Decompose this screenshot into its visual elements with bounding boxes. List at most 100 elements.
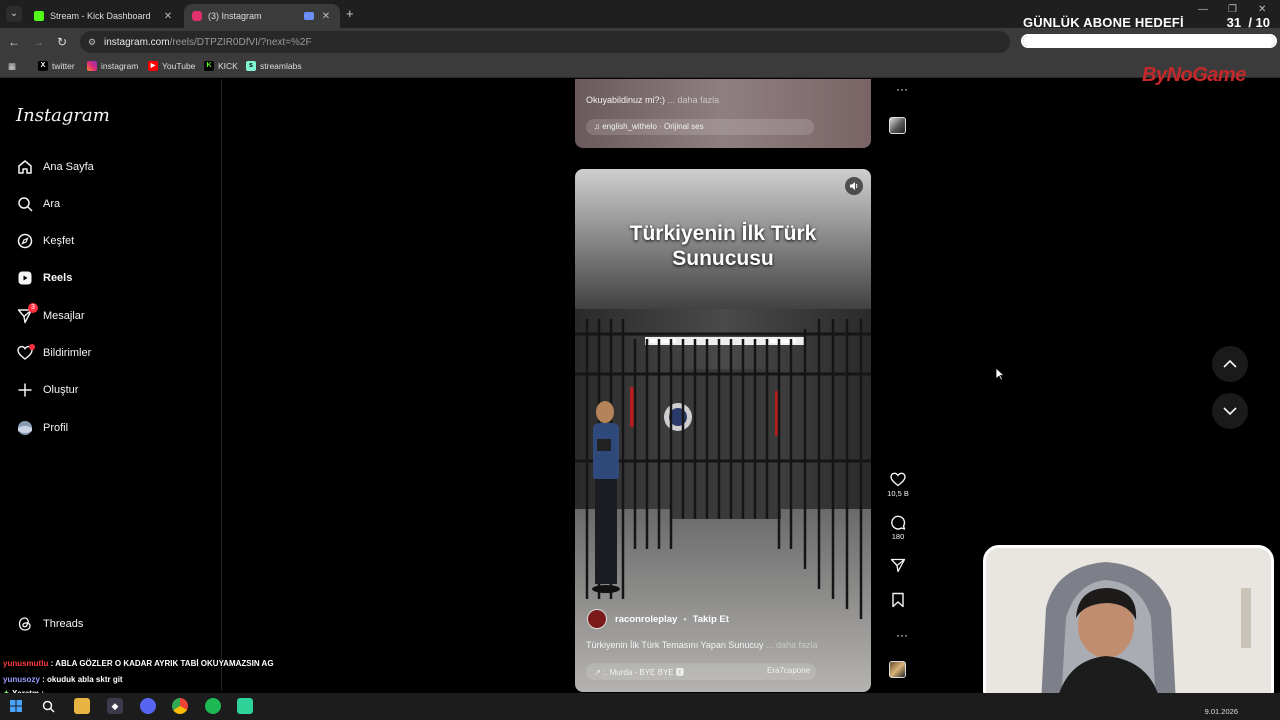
chat-text: : ABLA GÖZLER O KADAR AYRIK TABİ OKUYAMA… xyxy=(50,659,274,668)
more-link[interactable]: ... daha fazla xyxy=(668,95,720,105)
sidebar-item-home[interactable]: Ana Sayfa xyxy=(16,156,94,178)
next-reel-button[interactable] xyxy=(1212,393,1248,429)
webcam-feed xyxy=(986,548,1271,704)
site-info-icon[interactable]: ⚙ xyxy=(88,37,98,47)
profile-icon xyxy=(16,419,34,437)
comment-button[interactable]: 180 xyxy=(886,515,910,541)
tab-instagram[interactable]: (3) Instagram ✕ xyxy=(184,4,340,28)
previous-reel[interactable]: Okuyabildinuz mi?:) ... daha fazla ♫ eng… xyxy=(575,79,871,148)
author-avatar[interactable] xyxy=(587,609,607,629)
previous-reel-caption: Okuyabildinuz mi?:) ... daha fazla xyxy=(586,95,719,105)
previous-reel-audio[interactable]: ♫ english_withelo · Orijinal ses xyxy=(586,119,814,135)
sidebar-item-explore[interactable]: Keşfet xyxy=(16,230,74,252)
reel-title-overlay: Türkiyenin İlk Türk Sunucusu xyxy=(575,221,871,271)
tab-kick-dashboard[interactable]: Stream - Kick Dashboard ✕ xyxy=(26,4,182,28)
audio-thumbnail[interactable] xyxy=(889,661,906,678)
previous-more-options-icon[interactable]: ··· xyxy=(890,82,914,96)
bookmarks-bar: ▦ X twitter instagram ▶ YouTube K KICK s… xyxy=(0,56,1280,78)
reload-icon[interactable]: ↻ xyxy=(54,34,70,50)
windows-start-icon[interactable] xyxy=(8,698,24,714)
tab-label: Stream - Kick Dashboard xyxy=(50,11,151,21)
bookmark-kick[interactable]: K KICK xyxy=(204,61,238,71)
bookmark-streamlabs[interactable]: s streamlabs xyxy=(246,61,302,71)
previous-reel-button[interactable] xyxy=(1212,346,1248,382)
comment-icon xyxy=(891,515,906,530)
previous-audio-thumbnail[interactable] xyxy=(889,117,906,134)
volume-icon[interactable] xyxy=(845,177,863,195)
bookmark-instagram[interactable]: instagram xyxy=(87,61,138,71)
bookmark-icon xyxy=(892,592,904,608)
kick-icon: K xyxy=(204,61,214,71)
sidebar-item-threads[interactable]: Threads xyxy=(16,613,83,635)
instagram-icon xyxy=(87,61,97,71)
save-button[interactable] xyxy=(886,592,910,610)
tab-close-icon[interactable]: ✕ xyxy=(162,11,174,22)
sidebar-item-notifications[interactable]: Bildirimler xyxy=(16,342,91,364)
sidebar-item-label: Profil xyxy=(43,422,69,434)
tab-search-button[interactable]: ⌄ xyxy=(6,6,22,22)
threads-icon xyxy=(16,615,34,633)
separator-dot: • xyxy=(683,613,687,625)
apps-grid-icon[interactable]: ▦ xyxy=(8,61,16,72)
home-icon xyxy=(16,158,34,176)
tagged-user[interactable]: Era7capone xyxy=(767,666,810,675)
sidebar-item-create[interactable]: Oluştur xyxy=(16,379,78,401)
messages-badge: 3 xyxy=(28,303,38,313)
sidebar-item-reels[interactable]: Reels xyxy=(16,267,72,289)
taskbar-search-icon[interactable] xyxy=(40,698,56,714)
goal-progress-bar xyxy=(1021,34,1277,48)
search-icon xyxy=(16,195,34,213)
explore-icon xyxy=(16,232,34,250)
goal-target: / 10 xyxy=(1248,15,1270,30)
bookmark-label: YouTube xyxy=(162,61,196,71)
media-playing-icon[interactable] xyxy=(304,12,314,20)
sidebar-item-profile[interactable]: Profil xyxy=(16,417,68,439)
reel-video[interactable]: Türkiyenin İlk Türk Sunucusu raconrolepl… xyxy=(575,169,871,692)
streamlabs-taskbar-icon[interactable] xyxy=(237,698,253,714)
author-username[interactable]: raconroleplay xyxy=(615,614,677,625)
chat-username: yunusmutlu xyxy=(3,659,49,668)
instagram-logo[interactable]: Instagram xyxy=(16,105,110,126)
discord-icon[interactable] xyxy=(140,698,156,714)
chat-username: yunusozy xyxy=(3,675,40,684)
bookmark-youtube[interactable]: ▶ YouTube xyxy=(148,61,195,71)
bookmark-label: streamlabs xyxy=(260,61,302,71)
goal-current: 31 xyxy=(1226,15,1242,30)
goal-title: GÜNLÜK ABONE HEDEFİ xyxy=(1023,15,1184,30)
more-options-icon[interactable]: ··· xyxy=(890,628,914,642)
more-link[interactable]: ... daha fazla xyxy=(766,640,818,650)
sidebar-item-label: Threads xyxy=(43,618,84,630)
address-bar[interactable]: ⚙ instagram.com /reels/DTPZIR0DfVI/?next… xyxy=(80,31,1010,53)
tab-close-icon[interactable]: ✕ xyxy=(320,11,332,22)
like-button[interactable]: 10,5 B xyxy=(886,472,910,498)
messages-icon: 3 xyxy=(16,303,38,325)
bookmark-label: KICK xyxy=(218,61,238,71)
taskbar-date: 9.01.2026 xyxy=(1204,707,1238,716)
app-icon[interactable]: ◆ xyxy=(107,698,123,714)
spotify-icon[interactable] xyxy=(205,698,221,714)
new-tab-button[interactable]: + xyxy=(346,6,354,21)
windows-taskbar: ◆ 9.01.2026 xyxy=(0,693,1280,720)
forward-icon[interactable]: → xyxy=(30,34,46,50)
bookmark-label: twitter xyxy=(52,61,75,71)
chat-text: : okuduk abla sktr git xyxy=(42,675,123,684)
chrome-icon[interactable] xyxy=(172,698,188,714)
caption-text: Türkiyenin İlk Türk Temasını Yapan Sunuc… xyxy=(586,640,764,650)
x-icon: X xyxy=(38,61,48,71)
sidebar-item-search[interactable]: Ara xyxy=(16,193,60,215)
notification-dot xyxy=(29,344,35,350)
sidebar-item-messages[interactable]: 3 Mesajlar xyxy=(16,303,85,327)
goal-progress-fill xyxy=(1023,36,1275,46)
reel-caption: Türkiyenin İlk Türk Temasını Yapan Sunuc… xyxy=(586,640,818,650)
share-button[interactable] xyxy=(886,558,910,575)
bookmark-twitter[interactable]: X twitter xyxy=(38,61,75,71)
instagram-sidebar: Instagram Ana Sayfa Ara Keşfet Reels 3 M… xyxy=(0,79,222,691)
sidebar-item-label: Bildirimler xyxy=(43,347,92,359)
back-icon[interactable]: ← xyxy=(6,34,22,50)
chat-message: yunusozy : okuduk abla sktr git xyxy=(3,675,123,684)
file-explorer-icon[interactable] xyxy=(74,698,90,714)
heart-icon xyxy=(16,344,35,362)
follow-button[interactable]: Takip Et xyxy=(693,614,729,625)
create-icon xyxy=(16,381,34,399)
like-count: 10,5 B xyxy=(887,489,909,498)
